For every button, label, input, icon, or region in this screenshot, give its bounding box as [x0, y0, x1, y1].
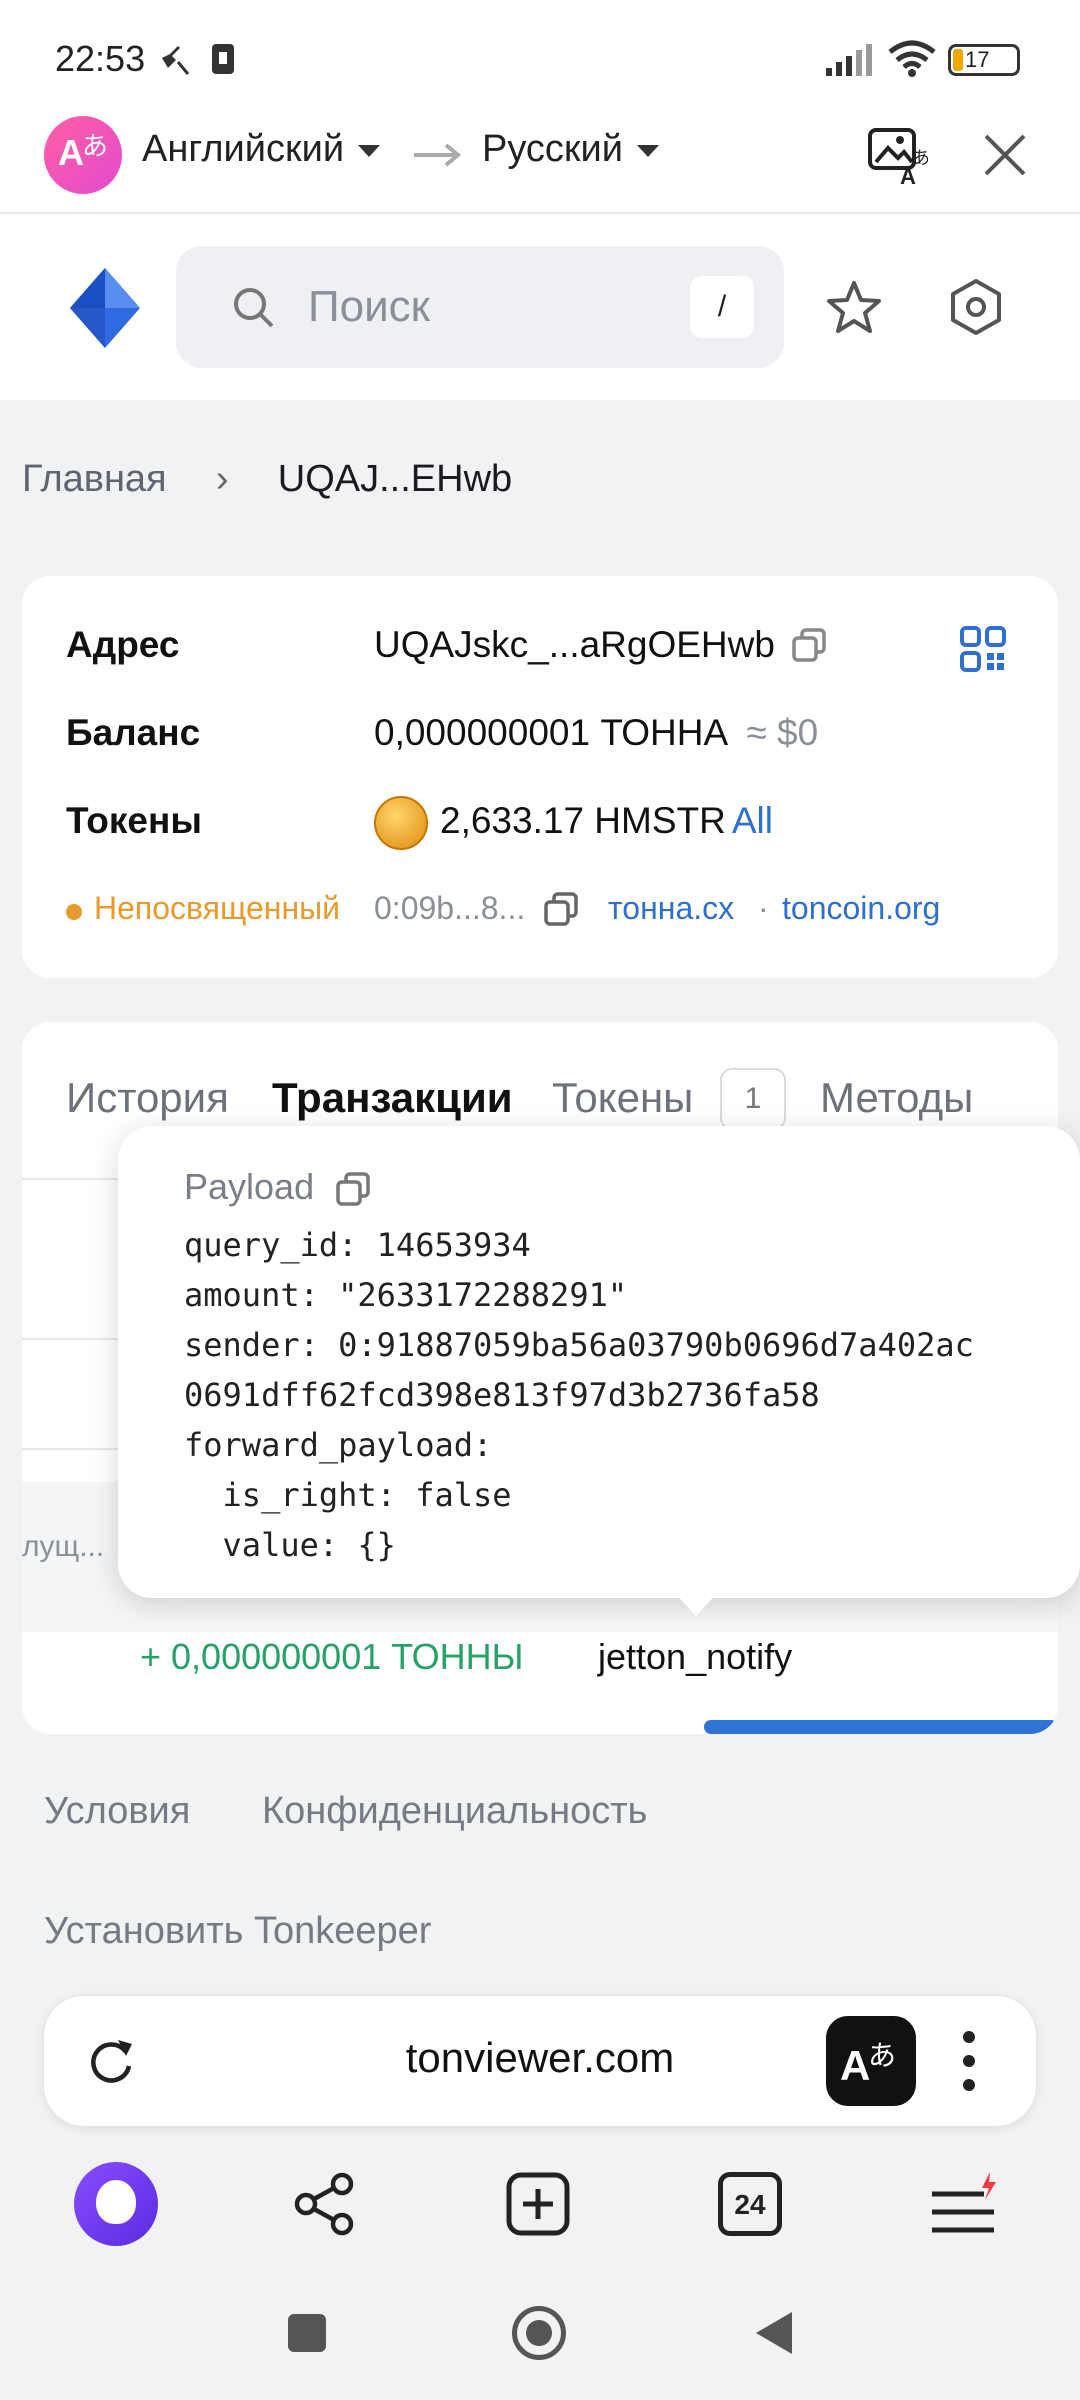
tokens-label: Токены [66, 800, 202, 841]
tooltip-pointer [674, 1592, 718, 1616]
signal-icon [826, 44, 876, 81]
account-card: Адрес UQAJskc_...aRgOEHwb Баланс 0,00000… [22, 576, 1058, 978]
copy-icon[interactable] [334, 1170, 372, 1213]
source-language-dropdown[interactable]: Английский [142, 128, 381, 171]
search-bar[interactable]: Поиск / [176, 246, 784, 368]
balance-value: 0,000000001 ТОННА ≈ $0 [374, 712, 818, 754]
translate-logo-icon: A あ [44, 116, 122, 194]
copy-icon[interactable] [790, 626, 828, 669]
payload-line: sender: 0:91887059ba56a03790b0696d7a402a… [184, 1326, 974, 1364]
sim-icon [210, 42, 236, 81]
tokens-count-badge: 1 [720, 1068, 786, 1130]
payload-line: forward_payload: [184, 1426, 493, 1464]
breadcrumb-current: UQAJ...EHwb [277, 458, 513, 500]
tab-history[interactable]: История [66, 1074, 229, 1122]
chevron-right-icon: › [215, 458, 229, 500]
balance-label: Баланс [66, 712, 201, 753]
address-value: UQAJskc_...aRgOEHwb [374, 624, 775, 665]
payload-line: value: {} [184, 1526, 396, 1564]
search-input[interactable]: Поиск [308, 282, 430, 332]
tabs-switcher-icon[interactable]: 24 [718, 2172, 782, 2236]
menu-icon[interactable] [928, 2170, 1002, 2245]
tokens-value: 2,633.17 HMSTR All [440, 800, 773, 842]
footer-privacy-link[interactable]: Конфиденциальность [262, 1790, 647, 1833]
address-bar[interactable]: tonviewer.com A あ [44, 1996, 1036, 2126]
translate-bar: A あ Английский Русский Aあ [0, 110, 1080, 214]
address-label: Адрес [66, 624, 180, 665]
payload-line: query_id: 14653934 [184, 1226, 531, 1264]
tonscan-link[interactable]: тонна.сх [608, 890, 734, 927]
hamster-token-icon [374, 796, 428, 850]
toncoin-link[interactable]: toncoin.org [782, 890, 940, 927]
scroll-progress-bar [704, 1720, 1058, 1734]
row-side-text: лущ... [22, 1530, 105, 1563]
site-header: Поиск / [0, 214, 1080, 400]
balance-usd: ≈ $0 [746, 712, 819, 753]
footer-terms-link[interactable]: Условия [44, 1790, 190, 1833]
status-bar: 22:53 17 [0, 0, 1080, 110]
browser-bottom-bar: tonviewer.com A あ 24 [0, 1974, 1080, 2400]
qr-code-icon[interactable] [960, 626, 1006, 677]
status-dot [66, 904, 82, 920]
svg-text:あ: あ [912, 148, 928, 168]
new-tab-icon[interactable] [506, 2172, 570, 2241]
settings-icon[interactable] [948, 278, 1004, 341]
footer-install-link[interactable]: Установить Tonkeeper [44, 1910, 431, 1953]
no-sound-icon [158, 44, 190, 81]
tab-methods[interactable]: Методы [820, 1074, 973, 1122]
payload-line: 0691dff62fcd398e813f97d3b2736fa58 [184, 1376, 820, 1414]
translate-page-icon[interactable]: A あ [826, 2016, 916, 2106]
tx-operation: jetton_notify [598, 1636, 793, 1677]
tx-amount: + 0,000000001 ТОННЫ [140, 1636, 524, 1677]
battery-level: 17 [965, 47, 990, 72]
account-status: Непосвященный [94, 890, 340, 926]
tokens-amount: 2,633.17 HMSTR [440, 800, 726, 841]
target-language-dropdown[interactable]: Русский [482, 128, 659, 171]
back-icon[interactable] [754, 2310, 794, 2361]
target-language-label: Русский [482, 128, 623, 170]
tabs-count: 24 [734, 2189, 766, 2220]
breadcrumb: Главная › UQAJ...EHwb [22, 458, 512, 501]
chevron-down-icon [358, 144, 381, 157]
source-language-label: Английский [142, 128, 345, 170]
payload-title: Payload [184, 1166, 315, 1207]
more-vertical-icon[interactable] [962, 2030, 976, 2097]
chevron-down-icon [637, 144, 659, 157]
breadcrumb-home[interactable]: Главная [22, 458, 167, 500]
link-separator: · [758, 890, 769, 926]
tokens-all-link[interactable]: All [732, 800, 773, 841]
wifi-icon [888, 40, 936, 83]
search-icon [232, 286, 276, 335]
home-icon[interactable] [512, 2306, 566, 2360]
payload-line: amount: "2633172288291" [184, 1276, 628, 1314]
tab-transactions[interactable]: Транзакции [272, 1074, 513, 1122]
payload-tooltip: Payload query_id: 14653934 amount: "2633… [118, 1126, 1080, 1616]
tab-tokens[interactable]: Токены [552, 1074, 693, 1122]
recent-apps-icon[interactable] [288, 2314, 326, 2352]
code-hash: 0:09b...8... [374, 890, 526, 926]
close-icon[interactable] [982, 132, 1028, 183]
balance-amount: 0,000000001 ТОННА [374, 712, 729, 753]
payload-line: is_right: false [184, 1476, 512, 1514]
battery-icon: 17 [948, 44, 1020, 76]
search-shortcut-badge: / [690, 276, 754, 338]
status-time: 22:53 [55, 38, 146, 79]
ton-logo-icon[interactable] [70, 268, 140, 353]
star-icon[interactable] [826, 280, 882, 339]
arrow-right-icon [412, 140, 462, 175]
copy-icon[interactable] [542, 890, 580, 933]
share-icon[interactable] [294, 2172, 356, 2241]
image-translate-icon[interactable]: Aあ [866, 124, 930, 191]
alice-assistant-icon[interactable] [74, 2162, 158, 2246]
